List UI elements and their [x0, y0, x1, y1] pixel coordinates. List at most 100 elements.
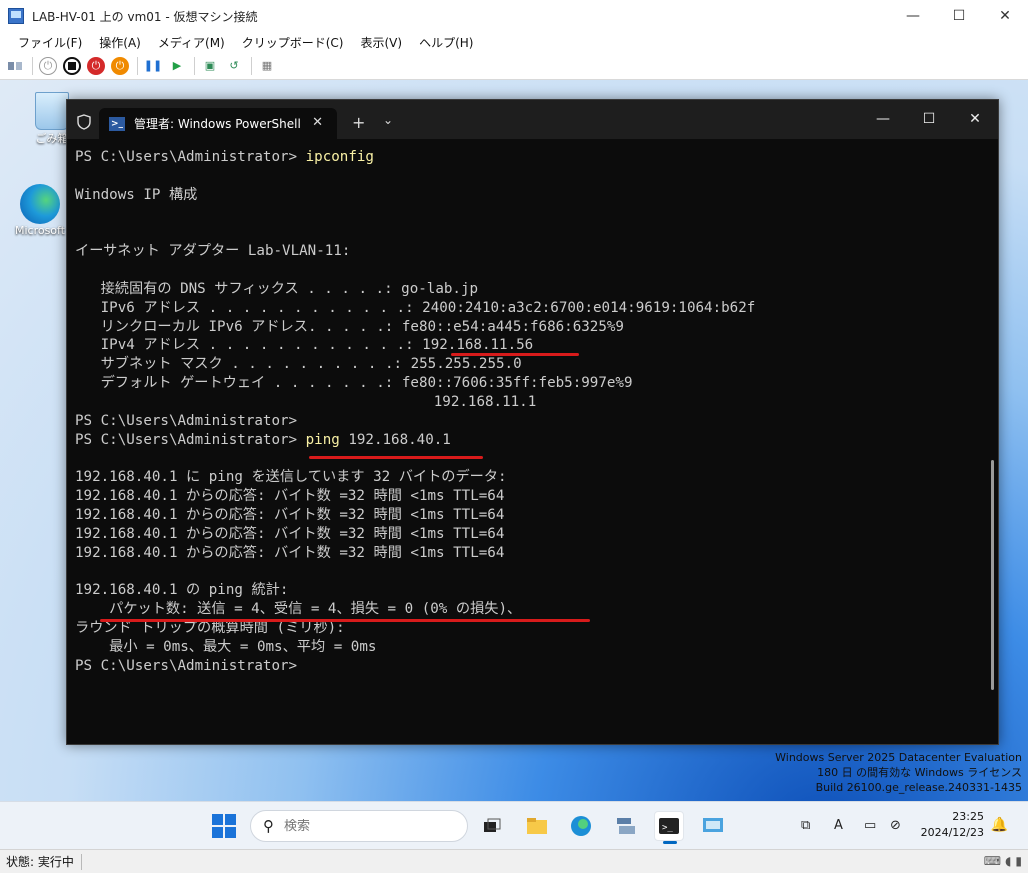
terminal-line: 接続固有の DNS サフィックス . . . . .: go-lab.jp: [75, 280, 985, 299]
revert-icon[interactable]: ↺: [225, 57, 243, 75]
terminal-output-text: Windows IP 構成: [75, 186, 198, 203]
tab-close-icon[interactable]: ✕: [312, 115, 323, 130]
taskbar-search[interactable]: ⚲: [250, 810, 468, 842]
terminal-line: 最小 = 0ms、最大 = 0ms、平均 = 0ms: [75, 638, 985, 657]
edge-taskbar-icon[interactable]: [566, 811, 596, 841]
terminal-line: パケット数: 送信 = 4、受信 = 4、損失 = 0 (0% の損失)、: [75, 600, 985, 619]
notification-bell-icon[interactable]: 🔔: [991, 817, 1008, 833]
terminal-minimize-button[interactable]: —: [860, 104, 906, 134]
watermark-edition: Windows Server 2025 Datacenter Evaluatio…: [775, 751, 1022, 764]
network-disconnected-icon[interactable]: ⊘: [890, 818, 901, 833]
terminal-line: PS C:\Users\Administrator> ipconfig: [75, 148, 985, 167]
new-tab-button[interactable]: +: [352, 113, 365, 132]
search-icon: ⚲: [263, 817, 274, 835]
notification-area-icon[interactable]: ▭: [864, 818, 876, 833]
terminal-line: 192.168.40.1 からの応答: バイト数 =32 時間 <1ms TTL…: [75, 544, 985, 563]
task-view-icon[interactable]: [477, 811, 507, 841]
resume-icon[interactable]: ▶: [168, 57, 186, 75]
file-explorer-icon[interactable]: [522, 811, 552, 841]
terminal-output-text: サブネット マスク . . . . . . . . . .: 255.255.2…: [75, 356, 522, 373]
terminal-output-text: 192.168.40.1 からの応答: バイト数 =32 時間 <1ms TTL…: [75, 488, 505, 505]
toolbar-separator: [251, 56, 252, 75]
checkpoint-icon[interactable]: ▣: [201, 57, 219, 75]
menu-help[interactable]: ヘルプ(H): [411, 34, 482, 51]
menu-action[interactable]: 操作(A): [91, 34, 150, 51]
admin-shield-icon: [77, 114, 93, 132]
mouse-icon: ◖: [1005, 854, 1012, 868]
terminal-line: サブネット マスク . . . . . . . . . .: 255.255.2…: [75, 355, 985, 374]
terminal-window: >_ 管理者: Windows PowerShell ✕ + ⌄ — ☐ ✕ P…: [66, 99, 999, 745]
menu-clipboard[interactable]: クリップボード(C): [234, 34, 353, 51]
license-watermark: Windows Server 2025 Datacenter Evaluatio…: [775, 750, 1022, 795]
watermark-license: 180 日 の間有効な Windows ライセンス: [817, 766, 1022, 779]
menu-media[interactable]: メディア(M): [150, 34, 234, 51]
close-button[interactable]: ✕: [982, 0, 1028, 32]
terminal-output-text: 192.168.11.1: [75, 393, 537, 410]
terminal-prompt: PS C:\Users\Administrator>: [75, 412, 298, 429]
terminal-close-button[interactable]: ✕: [952, 104, 998, 134]
vm-toolbar: ⏻ ⏻ ⏻ ❚❚ ▶ ▣ ↺ ▦: [0, 52, 1028, 80]
terminal-output[interactable]: PS C:\Users\Administrator> ipconfig Windo…: [75, 148, 985, 738]
edge-icon: [20, 184, 60, 224]
windows-logo-icon: [212, 814, 223, 825]
terminal-line: IPv6 アドレス . . . . . . . . . . . .: 2400:…: [75, 299, 985, 318]
tab-powershell[interactable]: >_ 管理者: Windows PowerShell ✕: [99, 108, 337, 139]
edge-shortcut[interactable]: Microsoft: [5, 184, 75, 237]
enhanced-session-icon[interactable]: ▦: [258, 57, 276, 75]
terminal-line: 192.168.40.1 からの応答: バイト数 =32 時間 <1ms TTL…: [75, 487, 985, 506]
terminal-line: 192.168.11.1: [75, 393, 985, 412]
taskbar-clock[interactable]: 23:25 2024/12/23: [921, 809, 984, 841]
annotation-underline-ipv4: [451, 353, 579, 356]
vm-window-title: LAB-HV-01 上の vm01 - 仮想マシン接続: [32, 9, 258, 24]
terminal-line: デフォルト ゲートウェイ . . . . . . .: fe80::7606:3…: [75, 374, 985, 393]
turn-off-icon[interactable]: [63, 56, 81, 75]
network-share-icon[interactable]: ⧉: [801, 818, 810, 833]
minimize-button[interactable]: —: [890, 0, 936, 32]
toolbar-separator: [137, 56, 138, 75]
lock-icon: ▮: [1015, 854, 1022, 868]
terminal-output-text: 192.168.40.1 からの応答: バイト数 =32 時間 <1ms TTL…: [75, 507, 505, 524]
shut-down-icon[interactable]: ⏻: [87, 56, 105, 75]
start-icon[interactable]: ⏻: [39, 56, 57, 75]
terminal-output-text: 192.168.40.1 からの応答: バイト数 =32 時間 <1ms TTL…: [75, 525, 505, 542]
terminal-line: PS C:\Users\Administrator>: [75, 412, 985, 431]
clock-time: 23:25: [952, 810, 984, 823]
terminal-line: 192.168.40.1 の ping 統計:: [75, 581, 985, 600]
terminal-output-text: IPv4 アドレス . . . . . . . . . . . .: 192.1…: [75, 337, 534, 354]
start-button[interactable]: [212, 814, 236, 838]
toolbar-separator: [32, 56, 33, 75]
maximize-button[interactable]: ☐: [936, 0, 982, 32]
menu-file[interactable]: ファイル(F): [10, 34, 91, 51]
vm-connection-icon: [8, 8, 24, 24]
annotation-underline-packet-stats: [100, 619, 590, 622]
save-state-icon[interactable]: ⏻: [111, 56, 129, 75]
terminal-scrollbar[interactable]: [991, 460, 994, 690]
terminal-line: 192.168.40.1 からの応答: バイト数 =32 時間 <1ms TTL…: [75, 506, 985, 525]
terminal-line: PS C:\Users\Administrator> ping 192.168.…: [75, 431, 985, 450]
control-panel-icon[interactable]: [698, 811, 728, 841]
tab-dropdown-button[interactable]: ⌄: [383, 113, 393, 127]
powershell-icon: >_: [109, 116, 125, 131]
terminal-prompt: PS C:\Users\Administrator>: [75, 431, 306, 448]
recycle-bin-icon: [35, 92, 69, 130]
terminal-prompt: PS C:\Users\Administrator>: [75, 657, 298, 674]
menu-view[interactable]: 表示(V): [353, 34, 412, 51]
pause-icon[interactable]: ❚❚: [144, 57, 162, 75]
ime-indicator[interactable]: A: [834, 818, 843, 833]
terminal-maximize-button[interactable]: ☐: [906, 104, 952, 134]
taskbar: ⚲ >_ ⧉ A ▭ ⊘ 23:25 2024/12/23 🔔: [0, 801, 1028, 849]
terminal-output-text: IPv6 アドレス . . . . . . . . . . . .: 2400:…: [75, 299, 756, 316]
search-input[interactable]: [284, 818, 434, 834]
terminal-command: ipconfig: [305, 149, 374, 165]
ctrl-alt-del-icon[interactable]: [6, 57, 24, 75]
statusbar-separator: [80, 853, 82, 870]
terminal-output-text: ラウンド トリップの概算時間 (ミリ秒):: [75, 620, 345, 637]
terminal-output-text: イーサネット アダプター Lab-VLAN-11:: [75, 243, 351, 260]
terminal-output-text: 192.168.40.1: [339, 431, 451, 448]
tab-title: 管理者: Windows PowerShell: [134, 117, 301, 131]
server-manager-icon[interactable]: [611, 811, 641, 841]
terminal-taskbar-icon[interactable]: >_: [654, 811, 684, 844]
